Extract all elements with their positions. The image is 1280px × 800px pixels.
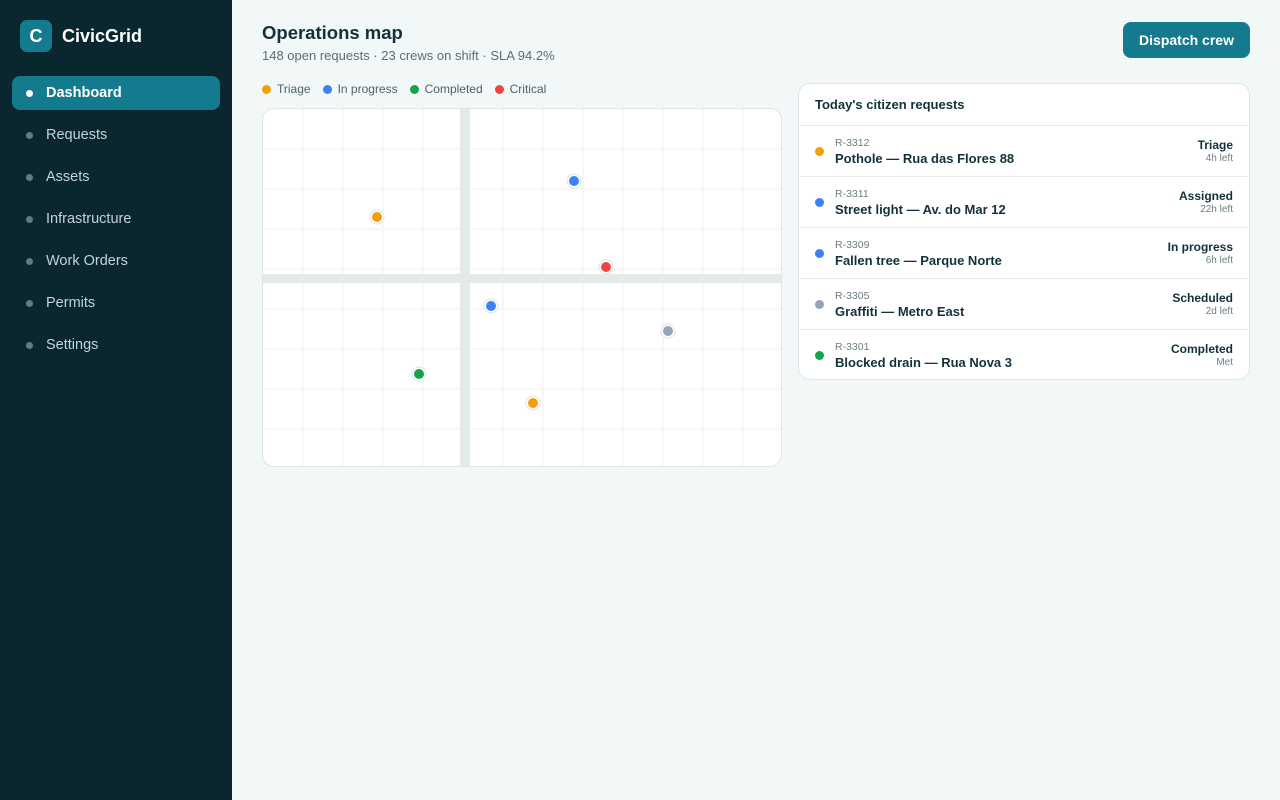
map-grid xyxy=(263,109,781,466)
nav-bullet-icon xyxy=(26,257,33,265)
sidebar-nav: Dashboard Requests Assets Infrastructure… xyxy=(12,76,220,370)
sidebar-item-label: Dashboard xyxy=(46,85,122,101)
request-row[interactable]: R-3309 Fallen tree — Parque Norte In pro… xyxy=(799,228,1249,279)
request-sla: Met xyxy=(1216,357,1233,368)
legend-item-critical: Critical xyxy=(494,82,547,96)
marker-dot xyxy=(663,326,673,336)
marker-dot xyxy=(414,369,424,379)
legend-item-completed: Completed xyxy=(409,82,483,96)
sidebar-item-permits[interactable]: Permits xyxy=(12,286,220,320)
marker-dot xyxy=(486,301,496,311)
nav-bullet-icon xyxy=(26,89,33,97)
sidebar-item-settings[interactable]: Settings xyxy=(12,328,220,362)
request-sla: 6h left xyxy=(1205,255,1233,266)
map-marker-triage[interactable] xyxy=(525,395,541,411)
nav-bullet-icon xyxy=(26,299,33,307)
sidebar-item-requests[interactable]: Requests xyxy=(12,118,220,152)
sidebar-item-label: Permits xyxy=(46,295,96,311)
request-title: Street light — Av. do Mar 12 xyxy=(835,202,1006,217)
legend-item-in-progress: In progress xyxy=(322,82,398,96)
marker-dot xyxy=(372,212,382,222)
brand[interactable]: C CivicGrid xyxy=(20,20,142,52)
marker-dot xyxy=(601,262,611,272)
request-id: R-3311 xyxy=(835,188,869,200)
legend-label: Critical xyxy=(509,82,547,96)
request-row[interactable]: R-3312 Pothole — Rua das Flores 88 Triag… xyxy=(799,126,1249,177)
sidebar-item-label: Assets xyxy=(46,169,90,185)
legend-label: Triage xyxy=(277,82,311,96)
request-title: Graffiti — Metro East xyxy=(835,304,965,319)
marker-dot xyxy=(569,176,579,186)
nav-bullet-icon xyxy=(26,215,33,223)
request-id: R-3309 xyxy=(835,239,870,251)
map-marker-in-progress[interactable] xyxy=(566,173,582,189)
request-id: R-3305 xyxy=(835,290,870,302)
sidebar-item-label: Settings xyxy=(46,337,99,353)
status-dot-icon xyxy=(815,351,824,360)
map-marker-triage[interactable] xyxy=(369,209,385,225)
request-row[interactable]: R-3311 Street light — Av. do Mar 12 Assi… xyxy=(799,177,1249,228)
request-row[interactable]: R-3305 Graffiti — Metro East Scheduled 2… xyxy=(799,279,1249,330)
page-subtitle: 148 open requests · 23 crews on shift · … xyxy=(262,48,555,63)
legend-label: In progress xyxy=(337,82,398,96)
nav-bullet-icon xyxy=(26,341,33,349)
request-sla: 2d left xyxy=(1205,306,1233,317)
status-dot-icon xyxy=(815,300,824,309)
map-marker-scheduled[interactable] xyxy=(660,323,676,339)
request-status: In progress xyxy=(1167,240,1233,254)
request-status: Completed xyxy=(1170,342,1233,356)
status-dot-icon xyxy=(815,249,824,258)
app-name: CivicGrid xyxy=(62,25,143,46)
legend-dot-icon xyxy=(322,84,332,94)
sidebar-item-infrastructure[interactable]: Infrastructure xyxy=(12,202,220,236)
map-legend: Triage In progress Completed Critical xyxy=(262,82,558,96)
sidebar-item-work-orders[interactable]: Work Orders xyxy=(12,244,220,278)
page-title: Operations map xyxy=(262,22,403,43)
nav-bullet-icon xyxy=(26,131,33,139)
nav-bullet-icon xyxy=(26,173,33,181)
map-marker-critical[interactable] xyxy=(598,259,614,275)
main-road-horizontal xyxy=(263,274,781,283)
sidebar: C CivicGrid Dashboard Requests Assets In… xyxy=(0,0,232,800)
panel-title: Today's citizen requests xyxy=(799,84,1249,126)
legend-item-triage: Triage xyxy=(262,82,311,96)
app-logo: C xyxy=(20,20,52,52)
marker-dot xyxy=(528,398,538,408)
legend-dot-icon xyxy=(262,84,271,94)
sidebar-item-assets[interactable]: Assets xyxy=(12,160,220,194)
status-dot-icon xyxy=(815,147,824,156)
dispatch-crew-button[interactable]: Dispatch crew xyxy=(1123,22,1250,58)
legend-dot-icon xyxy=(494,84,504,94)
sidebar-item-label: Work Orders xyxy=(46,253,128,269)
request-row[interactable]: R-3301 Blocked drain — Rua Nova 3 Comple… xyxy=(799,330,1249,379)
legend-dot-icon xyxy=(409,84,419,94)
status-dot-icon xyxy=(815,198,824,207)
sidebar-item-dashboard[interactable]: Dashboard xyxy=(12,76,220,110)
request-title: Fallen tree — Parque Norte xyxy=(835,253,1002,268)
request-status: Triage xyxy=(1197,138,1233,152)
main-road-vertical xyxy=(460,109,470,466)
request-sla: 22h left xyxy=(1200,204,1233,215)
operations-map[interactable] xyxy=(262,108,782,467)
request-title: Pothole — Rua das Flores 88 xyxy=(835,151,1015,166)
request-status: Scheduled xyxy=(1172,291,1233,305)
request-title: Blocked drain — Rua Nova 3 xyxy=(835,355,1012,370)
request-sla: 4h left xyxy=(1205,153,1233,164)
requests-panel: Today's citizen requests R-3312 Pothole … xyxy=(798,83,1250,380)
request-status: Assigned xyxy=(1178,189,1233,203)
map-canvas[interactable] xyxy=(263,109,782,467)
map-marker-completed[interactable] xyxy=(411,366,427,382)
request-id: R-3312 xyxy=(835,137,870,149)
legend-label: Completed xyxy=(424,82,483,96)
sidebar-item-label: Requests xyxy=(46,127,108,143)
map-marker-in-progress[interactable] xyxy=(483,298,499,314)
sidebar-item-label: Infrastructure xyxy=(46,211,132,227)
request-id: R-3301 xyxy=(835,341,870,353)
